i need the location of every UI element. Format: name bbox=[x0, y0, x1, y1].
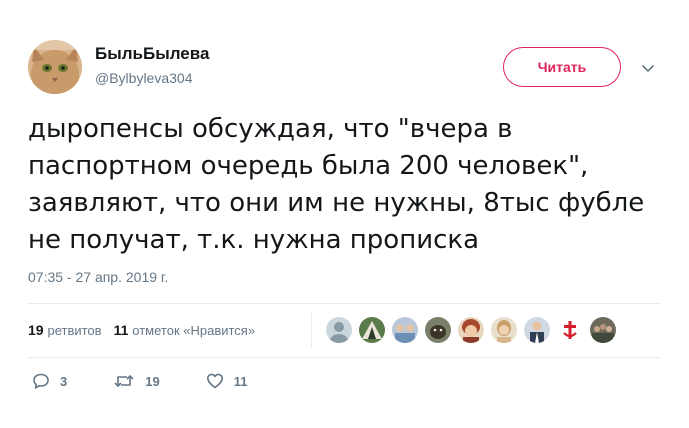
liker-avatar-group[interactable] bbox=[392, 317, 418, 343]
retweets-count: 19 bbox=[28, 322, 44, 338]
likes-count: 11 bbox=[113, 322, 129, 338]
reply-icon bbox=[33, 373, 49, 389]
retweet-count: 19 bbox=[145, 373, 160, 389]
retweets-label: ретвитов bbox=[47, 323, 102, 338]
liker-avatar-default[interactable] bbox=[326, 317, 352, 343]
follow-button[interactable]: Читать bbox=[503, 47, 621, 87]
tweet-stats: 19 ретвитов 11 отметок «Нравится» bbox=[28, 321, 267, 340]
tweet-text: дыропенсы обсуждая, что "вчера в паспорт… bbox=[28, 114, 653, 255]
likers-list bbox=[326, 317, 623, 343]
like-button[interactable]: 11 bbox=[206, 372, 248, 390]
retweet-button[interactable]: 19 bbox=[113, 372, 160, 390]
author-handle[interactable]: @Bylbyleva304 bbox=[95, 69, 193, 87]
retweet-icon bbox=[114, 375, 134, 387]
likes-label: отметок «Нравится» bbox=[132, 323, 256, 338]
tweet-actions: 3 19 11 bbox=[32, 372, 293, 390]
liker-avatar-girl[interactable] bbox=[491, 317, 517, 343]
stats-separator bbox=[311, 312, 312, 348]
liker-avatar-cross[interactable] bbox=[557, 317, 583, 343]
retweets-stat[interactable]: 19 ретвитов bbox=[28, 321, 102, 340]
likes-stat[interactable]: 11 отметок «Нравится» bbox=[114, 321, 256, 340]
reply-count: 3 bbox=[60, 373, 68, 389]
tweet-timestamp[interactable]: 07:35 - 27 апр. 2019 г. bbox=[28, 268, 168, 286]
liker-avatar-tent[interactable] bbox=[359, 317, 385, 343]
author-avatar[interactable] bbox=[28, 40, 82, 94]
author-display-name[interactable]: БыльБылева bbox=[95, 44, 209, 64]
liker-avatar-woman[interactable] bbox=[458, 317, 484, 343]
reply-button[interactable]: 3 bbox=[32, 372, 67, 390]
divider bbox=[28, 303, 660, 304]
liker-avatar-man-suit[interactable] bbox=[524, 317, 550, 343]
divider bbox=[28, 357, 660, 358]
chevron-down-icon[interactable] bbox=[640, 62, 656, 74]
like-count: 11 bbox=[233, 373, 248, 389]
heart-icon bbox=[206, 373, 223, 389]
tweet-card: БыльБылева @Bylbyleva304 Читать дыропенс… bbox=[0, 0, 689, 428]
liker-avatar-dog[interactable] bbox=[425, 317, 451, 343]
liker-avatar-crowd[interactable] bbox=[590, 317, 616, 343]
